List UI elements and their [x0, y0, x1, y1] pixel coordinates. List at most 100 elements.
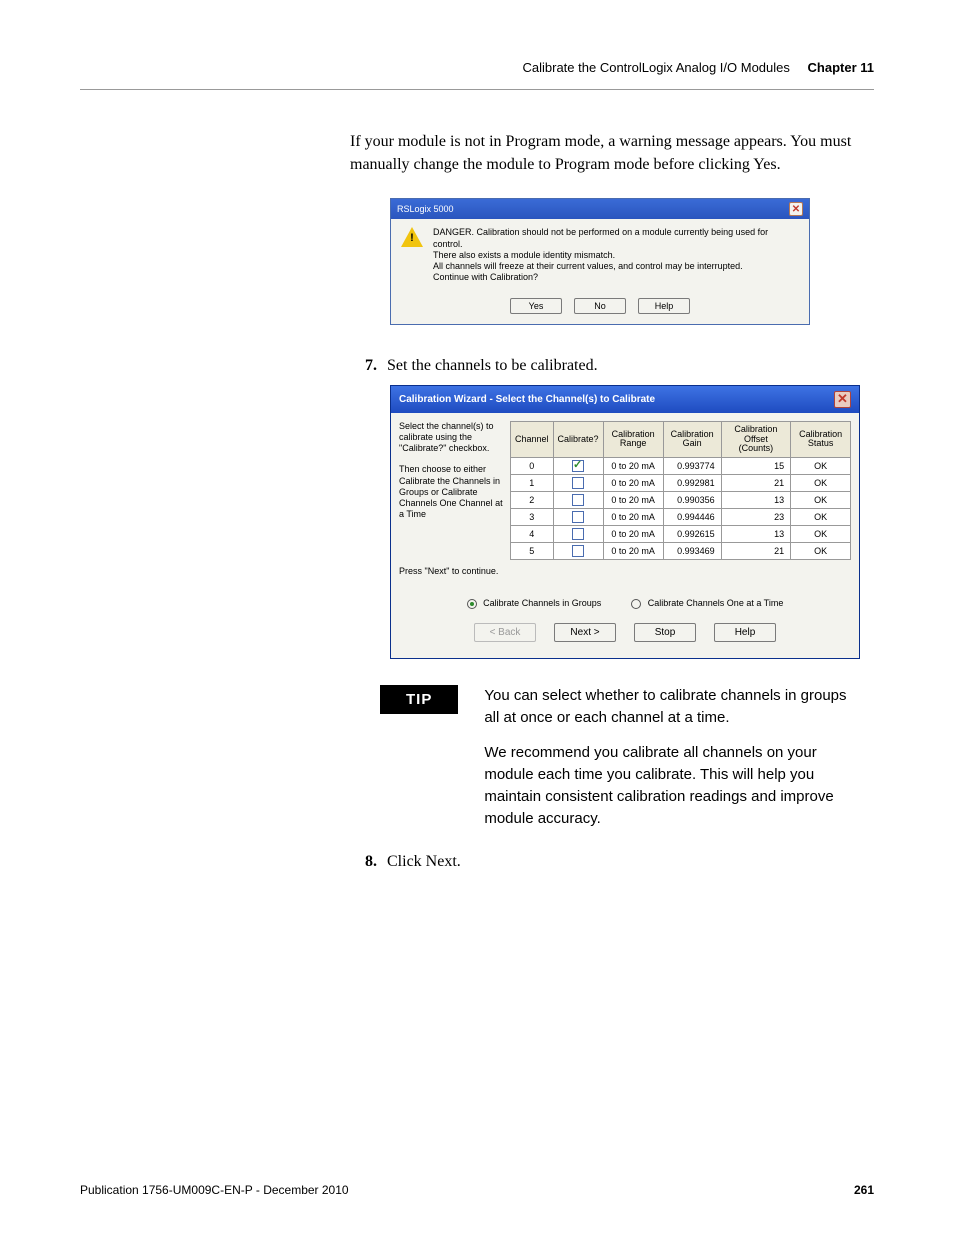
cell-channel: 1: [511, 475, 554, 492]
step-7-number: 7.: [365, 357, 377, 375]
breadcrumb: Calibrate the ControlLogix Analog I/O Mo…: [523, 60, 790, 75]
intro-paragraph: If your module is not in Program mode, a…: [350, 130, 864, 176]
cell-offset: 23: [721, 509, 791, 526]
cell-gain: 0.992981: [663, 475, 721, 492]
warning-line-2: There also exists a module identity mism…: [433, 250, 799, 261]
warning-dialog: RSLogix 5000 ✕ ! DANGER. Calibration sho…: [390, 198, 810, 324]
cell-status: OK: [791, 492, 851, 509]
cell-gain: 0.993774: [663, 458, 721, 475]
cell-calibrate[interactable]: [553, 458, 603, 475]
radio-one-label: Calibrate Channels One at a Time: [648, 598, 784, 608]
warning-line-4: Continue with Calibration?: [433, 272, 799, 283]
close-icon[interactable]: ✕: [834, 391, 851, 408]
cell-status: OK: [791, 509, 851, 526]
close-icon[interactable]: ✕: [789, 202, 803, 216]
tip-paragraph-2: We recommend you calibrate all channels …: [484, 742, 864, 829]
cell-calibrate[interactable]: [553, 543, 603, 560]
cell-gain: 0.990356: [663, 492, 721, 509]
radio-calibrate-groups[interactable]: Calibrate Channels in Groups: [467, 598, 602, 609]
cell-channel: 3: [511, 509, 554, 526]
help-button[interactable]: Help: [638, 298, 690, 314]
checkbox-icon[interactable]: [572, 460, 584, 472]
step-8-text: Click Next.: [387, 853, 461, 871]
stop-button[interactable]: Stop: [634, 623, 696, 642]
cell-channel: 2: [511, 492, 554, 509]
no-button[interactable]: No: [574, 298, 626, 314]
warning-icon: !: [401, 227, 423, 247]
calibration-table: Channel Calibrate? Calibration Range Cal…: [510, 421, 851, 561]
checkbox-icon[interactable]: [572, 528, 584, 540]
cell-range: 0 to 20 mA: [603, 492, 663, 509]
checkbox-icon[interactable]: [572, 511, 584, 523]
calibration-wizard-dialog: Calibration Wizard - Select the Channel(…: [390, 385, 860, 659]
cell-channel: 4: [511, 526, 554, 543]
radio-groups-label: Calibrate Channels in Groups: [483, 598, 601, 608]
warning-line-1: DANGER. Calibration should not be perfor…: [433, 227, 799, 250]
step-8-number: 8.: [365, 853, 377, 871]
cell-range: 0 to 20 mA: [603, 509, 663, 526]
step-7: 7. Set the channels to be calibrated.: [365, 357, 874, 375]
cell-offset: 21: [721, 543, 791, 560]
yes-button[interactable]: Yes: [510, 298, 562, 314]
calibration-dialog-title: Calibration Wizard - Select the Channel(…: [399, 394, 655, 405]
col-status: Calibration Status: [791, 421, 851, 458]
page-number: 261: [854, 1183, 874, 1197]
warning-line-3: All channels will freeze at their curren…: [433, 261, 799, 272]
cell-offset: 13: [721, 526, 791, 543]
radio-icon: [631, 599, 641, 609]
cell-gain: 0.994446: [663, 509, 721, 526]
checkbox-icon[interactable]: [572, 545, 584, 557]
table-row: 3 0 to 20 mA0.99444623OK: [511, 509, 851, 526]
chapter-label: Chapter 11: [808, 60, 874, 75]
col-calibrate: Calibrate?: [553, 421, 603, 458]
cell-range: 0 to 20 mA: [603, 526, 663, 543]
help-button[interactable]: Help: [714, 623, 776, 642]
table-row: 4 0 to 20 mA0.99261513OK: [511, 526, 851, 543]
cell-status: OK: [791, 526, 851, 543]
warning-text: DANGER. Calibration should not be perfor…: [433, 227, 799, 283]
cell-offset: 13: [721, 492, 791, 509]
cell-calibrate[interactable]: [553, 526, 603, 543]
cell-gain: 0.992615: [663, 526, 721, 543]
checkbox-icon[interactable]: [572, 494, 584, 506]
col-offset: Calibration Offset (Counts): [721, 421, 791, 458]
header-divider: [80, 89, 874, 90]
next-button[interactable]: Next >: [554, 623, 616, 642]
col-range: Calibration Range: [603, 421, 663, 458]
col-gain: Calibration Gain: [663, 421, 721, 458]
publication-id: Publication 1756-UM009C-EN-P - December …: [80, 1183, 349, 1197]
calibration-instruction-2: Then choose to either Calibrate the Chan…: [399, 464, 504, 520]
cell-status: OK: [791, 458, 851, 475]
cell-range: 0 to 20 mA: [603, 475, 663, 492]
cell-channel: 5: [511, 543, 554, 560]
step-8: 8. Click Next.: [365, 853, 874, 871]
cell-channel: 0: [511, 458, 554, 475]
page-header: Calibrate the ControlLogix Analog I/O Mo…: [80, 60, 874, 75]
col-channel: Channel: [511, 421, 554, 458]
cell-status: OK: [791, 543, 851, 560]
tip-badge: TIP: [380, 685, 458, 714]
cell-calibrate[interactable]: [553, 475, 603, 492]
table-row: 2 0 to 20 mA0.99035613OK: [511, 492, 851, 509]
table-row: 0 0 to 20 mA0.99377415OK: [511, 458, 851, 475]
table-row: 5 0 to 20 mA0.99346921OK: [511, 543, 851, 560]
cell-range: 0 to 20 mA: [603, 543, 663, 560]
tip-paragraph-1: You can select whether to calibrate chan…: [484, 685, 864, 729]
warning-dialog-title: RSLogix 5000: [397, 204, 454, 214]
cell-calibrate[interactable]: [553, 509, 603, 526]
cell-offset: 15: [721, 458, 791, 475]
checkbox-icon[interactable]: [572, 477, 584, 489]
cell-gain: 0.993469: [663, 543, 721, 560]
cell-range: 0 to 20 mA: [603, 458, 663, 475]
back-button: < Back: [474, 623, 536, 642]
cell-calibrate[interactable]: [553, 492, 603, 509]
calibration-instruction-1: Select the channel(s) to calibrate using…: [399, 421, 504, 455]
calibration-press-next: Press "Next" to continue.: [399, 566, 851, 576]
radio-icon: [467, 599, 477, 609]
step-7-text: Set the channels to be calibrated.: [387, 357, 598, 375]
table-row: 10 to 20 mA0.99298121OK: [511, 475, 851, 492]
radio-calibrate-one[interactable]: Calibrate Channels One at a Time: [631, 598, 783, 609]
cell-offset: 21: [721, 475, 791, 492]
tip-text: You can select whether to calibrate chan…: [484, 685, 864, 844]
page-footer: Publication 1756-UM009C-EN-P - December …: [80, 1183, 874, 1197]
